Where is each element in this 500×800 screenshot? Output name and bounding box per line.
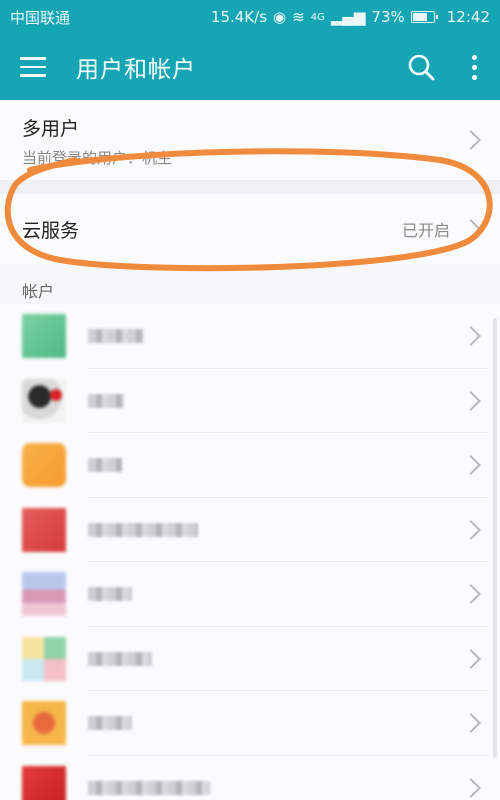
account-avatar: [22, 701, 66, 746]
current-user-subtitle: 当前登录的用户：机主: [22, 149, 173, 167]
account-avatar: [22, 507, 66, 552]
account-item[interactable]: [0, 691, 500, 756]
menu-icon[interactable]: [20, 50, 54, 84]
cloud-service-status: 已开启: [401, 221, 450, 240]
app-bar: 用户和帐户: [0, 34, 500, 100]
account-avatar: [22, 636, 66, 681]
carrier-label: 中国联通: [10, 8, 71, 27]
account-item[interactable]: [0, 756, 500, 800]
multi-user-item[interactable]: 多用户 当前登录的用户：机主: [0, 100, 500, 180]
account-name-obscured: [88, 780, 210, 795]
battery-percent: 73%: [371, 8, 405, 26]
battery-icon: [410, 11, 438, 23]
search-icon[interactable]: [406, 47, 446, 87]
status-bar: 中国联通 15.4K/s ◉ ≋ 4G ▂▄▆ 73% 12:42: [0, 0, 500, 34]
accounts-section-header: 帐户: [22, 282, 55, 301]
account-name-obscured: [88, 329, 144, 344]
wifi-icon: ≋: [292, 8, 305, 26]
more-vertical-icon[interactable]: [464, 50, 484, 84]
account-name-obscured: [88, 716, 132, 731]
chevron-right-icon: [461, 390, 481, 411]
scrollbar[interactable]: [493, 318, 497, 758]
network-speed: 15.4K/s: [210, 8, 268, 26]
account-item[interactable]: [0, 304, 500, 369]
account-item[interactable]: [0, 369, 500, 434]
account-avatar: [22, 765, 66, 800]
account-item[interactable]: [0, 562, 500, 627]
chevron-right-icon: [461, 648, 481, 669]
page-title: 用户和帐户: [76, 57, 196, 83]
signal-icon: ▂▄▆: [330, 8, 366, 26]
account-name-obscured: [88, 522, 198, 537]
chevron-right-icon: [461, 326, 481, 347]
section-divider: [0, 180, 500, 194]
clock: 12:42: [446, 8, 490, 26]
account-item[interactable]: [0, 627, 500, 692]
status-indicators: 15.4K/s ◉ ≋ 4G ▂▄▆ 73% 12:42: [211, 8, 490, 26]
account-item[interactable]: [0, 498, 500, 563]
account-name-obscured: [88, 458, 122, 473]
account-name-obscured: [88, 651, 152, 666]
account-item[interactable]: [0, 433, 500, 498]
chevron-right-icon: [461, 130, 481, 150]
network-type: 4G: [310, 11, 325, 23]
accounts-list: [0, 304, 500, 800]
cloud-service-label: 云服务: [22, 219, 80, 242]
chevron-right-icon: [461, 777, 481, 798]
account-name-obscured: [88, 587, 132, 602]
account-avatar: [22, 572, 66, 617]
chevron-right-icon: [461, 519, 481, 540]
account-name-obscured: [88, 393, 124, 408]
account-avatar: [22, 314, 66, 359]
cloud-service-item[interactable]: 云服务 已开启: [0, 194, 500, 264]
account-avatar: [22, 443, 66, 488]
account-avatar: [22, 378, 66, 423]
chevron-right-icon: [461, 219, 481, 239]
chevron-right-icon: [461, 584, 481, 605]
chevron-right-icon: [461, 713, 481, 734]
multi-user-label: 多用户: [22, 118, 80, 140]
chevron-right-icon: [461, 455, 481, 476]
eye-icon: ◉: [273, 8, 287, 26]
